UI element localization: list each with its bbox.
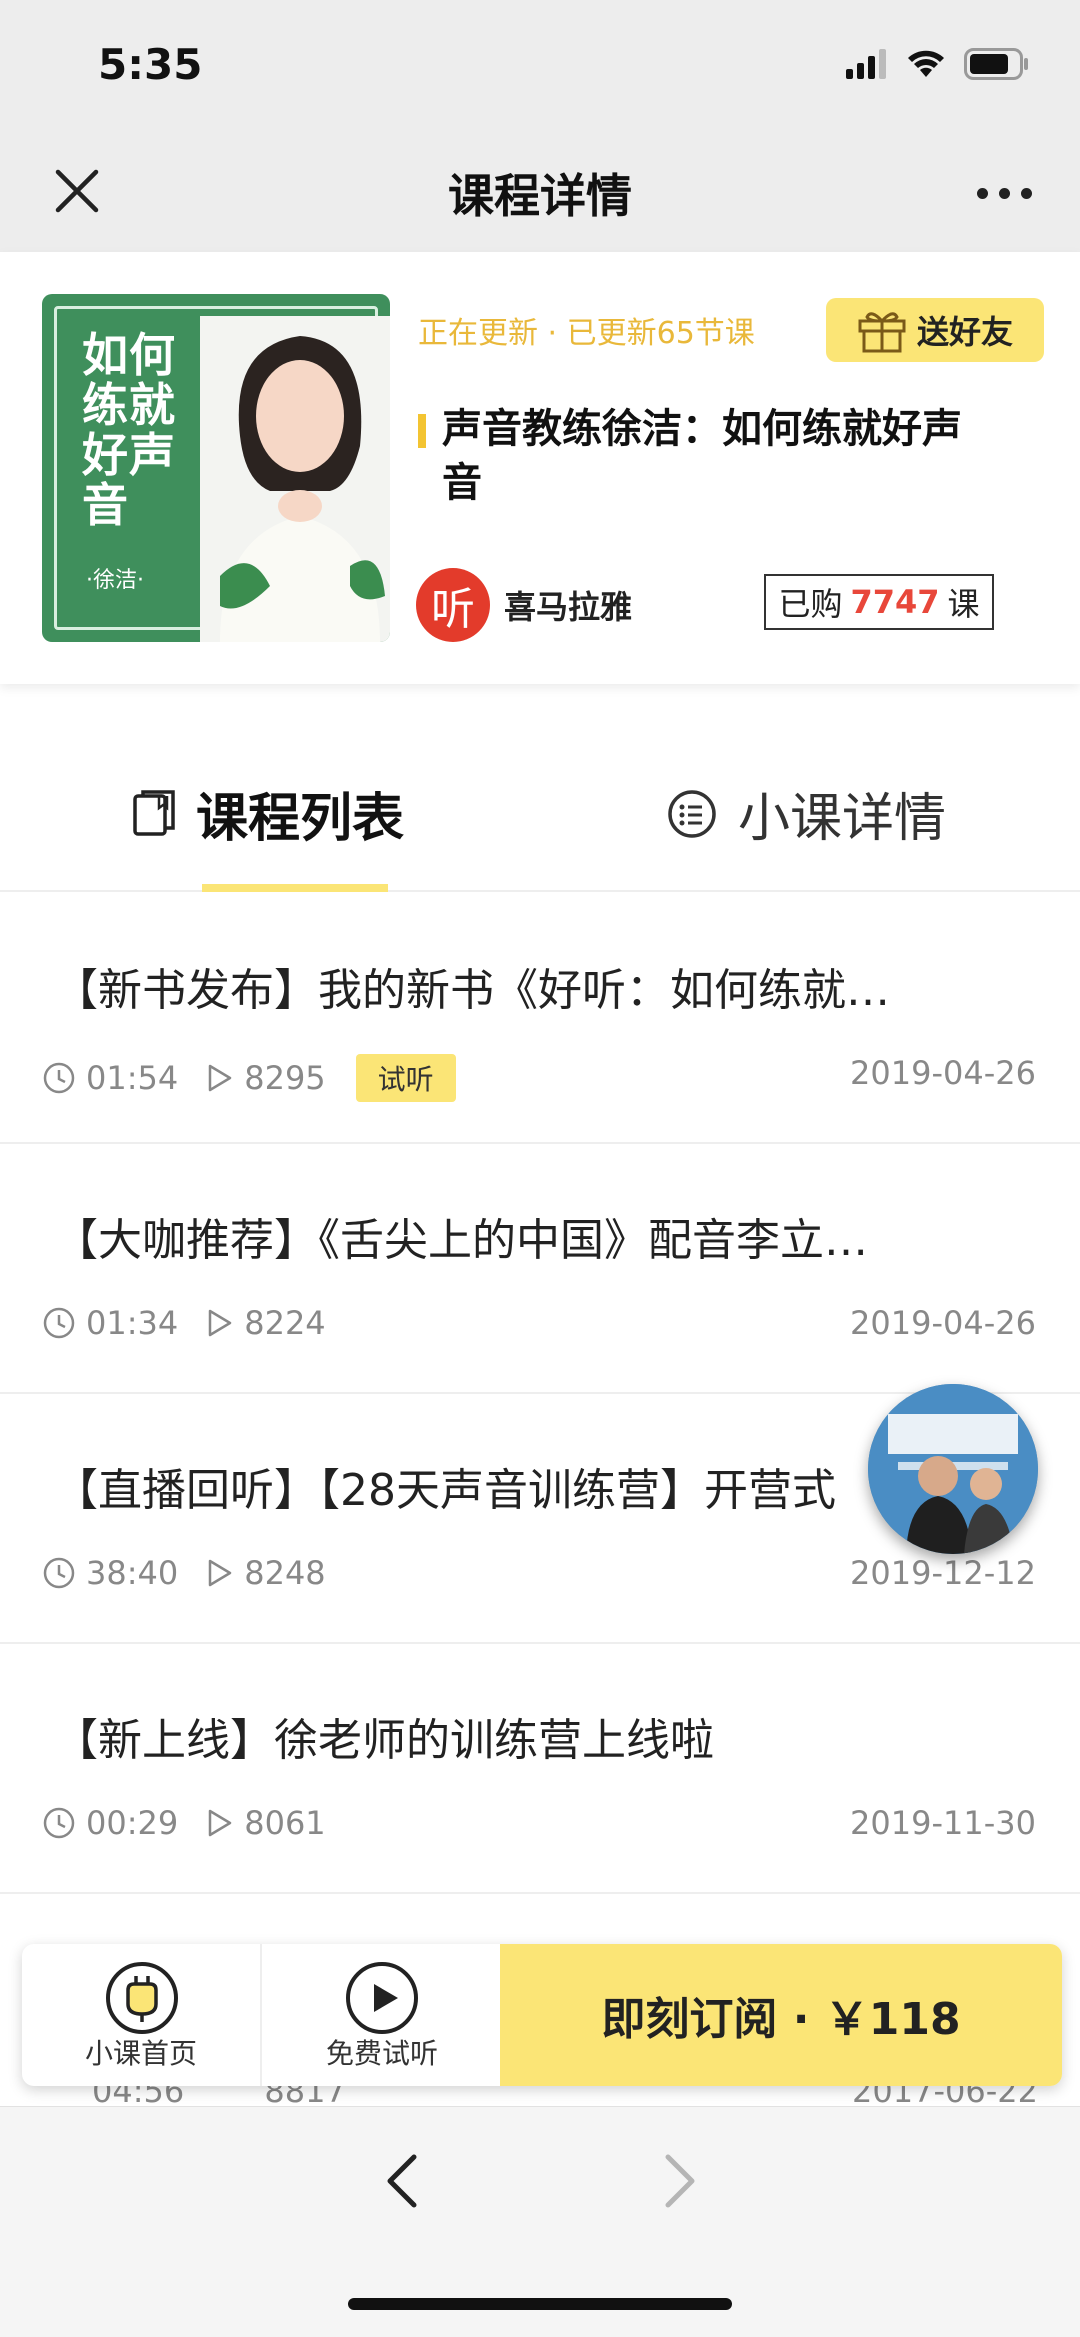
lesson-date: 2019-04-26 — [850, 1054, 1036, 1092]
lesson-item-peek: 04:56 8817 2017-06-22 — [42, 2086, 1042, 2106]
lesson-plays: 8817 — [264, 2086, 346, 2106]
course-home-button[interactable]: 小课首页 — [22, 1944, 262, 2086]
lesson-item[interactable]: 【新上线】徐老师的训练营上线啦 00:29 8061 2019-11-30 — [0, 1644, 1080, 1894]
lesson-date: 2019-12-12 — [850, 1554, 1036, 1592]
home-label: 小课首页 — [84, 2037, 197, 2070]
lesson-date: 2019-11-30 — [850, 1804, 1036, 1842]
lesson-plays: 8061 — [244, 1804, 326, 1842]
teacher-photo — [200, 316, 390, 642]
lesson-item[interactable]: 【新书发布】我的新书《好听：如何练就… 01:54 8295 试听 2019-0… — [0, 894, 1080, 1144]
live-promo-image — [868, 1384, 1038, 1554]
status-time: 5:35 — [98, 40, 203, 89]
tab-bar: 课程列表 小课详情 — [0, 730, 1080, 892]
page-title: 课程详情 — [448, 169, 632, 223]
ximalaya-logo: 听 — [416, 568, 490, 642]
active-tab-indicator — [202, 884, 388, 892]
tab-course-list[interactable]: 课程列表 — [132, 776, 404, 851]
lesson-plays: 8224 — [244, 1304, 326, 1342]
lesson-date: 2019-04-26 — [850, 1304, 1036, 1342]
lesson-title: 【新上线】徐老师的训练营上线啦 — [54, 1715, 714, 1766]
update-status: 正在更新 · 已更新65节课 — [418, 316, 755, 351]
tab-label: 课程列表 — [196, 789, 405, 849]
play-count-icon — [208, 1064, 232, 1092]
bottom-action-bar: 小课首页 免费试听 即刻订阅 · ￥118 — [22, 1944, 1062, 2086]
lesson-meta: 01:54 8295 试听 — [42, 1054, 456, 1102]
lesson-duration: 38:40 — [86, 1554, 179, 1592]
lesson-duration: 04:56 — [92, 2086, 185, 2106]
home-plug-icon — [106, 1962, 178, 2034]
list-icon — [668, 789, 716, 838]
home-indicator — [348, 2298, 732, 2310]
bought-suffix: 课 — [947, 585, 980, 623]
clock-icon — [43, 1307, 75, 1339]
lesson-title: 【直播回听】【28天声音训练营】开营式 — [54, 1465, 836, 1516]
status-bar: 5:35 — [0, 0, 1080, 130]
trial-label: 免费试听 — [325, 2037, 438, 2070]
wifi-icon — [908, 50, 944, 77]
free-trial-button[interactable]: 免费试听 — [262, 1944, 502, 2086]
lesson-duration: 01:34 — [86, 1304, 179, 1342]
signal-icon — [846, 49, 886, 79]
course-header: 如何练就好声音 ·徐洁· 正在更新 · 已更新65节课 送好友 声音教练徐洁：如… — [0, 252, 1080, 684]
clock-icon — [43, 1062, 75, 1094]
lesson-meta: 38:40 8248 — [42, 1554, 356, 1592]
nav-bar: 课程详情 — [0, 130, 1080, 252]
lesson-meta: 01:34 8224 — [42, 1304, 356, 1342]
brand-name: 喜马拉雅 — [504, 588, 633, 626]
gift-friend-button[interactable]: 送好友 — [826, 298, 1044, 362]
play-circle-icon — [346, 1962, 418, 2034]
back-arrow-icon[interactable] — [382, 2151, 422, 2211]
forward-arrow-icon[interactable] — [660, 2151, 700, 2211]
bought-count: 7747 — [850, 583, 940, 621]
more-icon[interactable] — [977, 188, 1032, 199]
status-icons — [844, 48, 1030, 80]
tab-label: 小课详情 — [738, 789, 947, 849]
lesson-plays: 8248 — [244, 1554, 326, 1592]
lesson-title: 【大咖推荐】《舌尖上的中国》配音李立… — [54, 1215, 868, 1266]
cover-title: 如何练就好声音 — [82, 328, 176, 532]
bought-prefix: 已购 — [778, 585, 843, 623]
play-count-icon — [208, 1809, 232, 1837]
lesson-date: 2017-06-22 — [852, 2086, 1038, 2106]
lesson-item[interactable]: 【大咖推荐】《舌尖上的中国》配音李立… 01:34 8224 2019-04-2… — [0, 1144, 1080, 1394]
cover-author: ·徐洁· — [86, 568, 144, 593]
course-cover: 如何练就好声音 ·徐洁· — [42, 294, 390, 642]
gift-icon — [858, 312, 906, 353]
tab-course-details[interactable]: 小课详情 — [666, 776, 946, 851]
bought-count-badge: 已购 7747 课 — [764, 574, 994, 630]
course-title: 声音教练徐洁：如何练就好声音 — [442, 406, 962, 506]
battery-icon — [964, 48, 1028, 80]
lesson-title: 【新书发布】我的新书《好听：如何练就… — [54, 965, 890, 1016]
play-count-icon — [208, 1309, 232, 1337]
lesson-meta: 00:29 8061 — [42, 1804, 356, 1842]
clock-icon — [43, 1557, 75, 1589]
book-icon — [133, 789, 175, 836]
play-count-icon — [208, 1559, 232, 1587]
lesson-duration: 01:54 — [86, 1059, 179, 1097]
floating-live-avatar[interactable] — [868, 1384, 1038, 1554]
lesson-duration: 00:29 — [86, 1804, 179, 1842]
clock-icon — [43, 1807, 75, 1839]
lesson-plays: 8295 — [244, 1059, 326, 1097]
trial-badge: 试听 — [355, 1054, 456, 1102]
subscribe-button[interactable]: 即刻订阅 · ￥118 — [500, 1944, 1062, 2086]
gift-label: 送好友 — [916, 313, 1013, 351]
